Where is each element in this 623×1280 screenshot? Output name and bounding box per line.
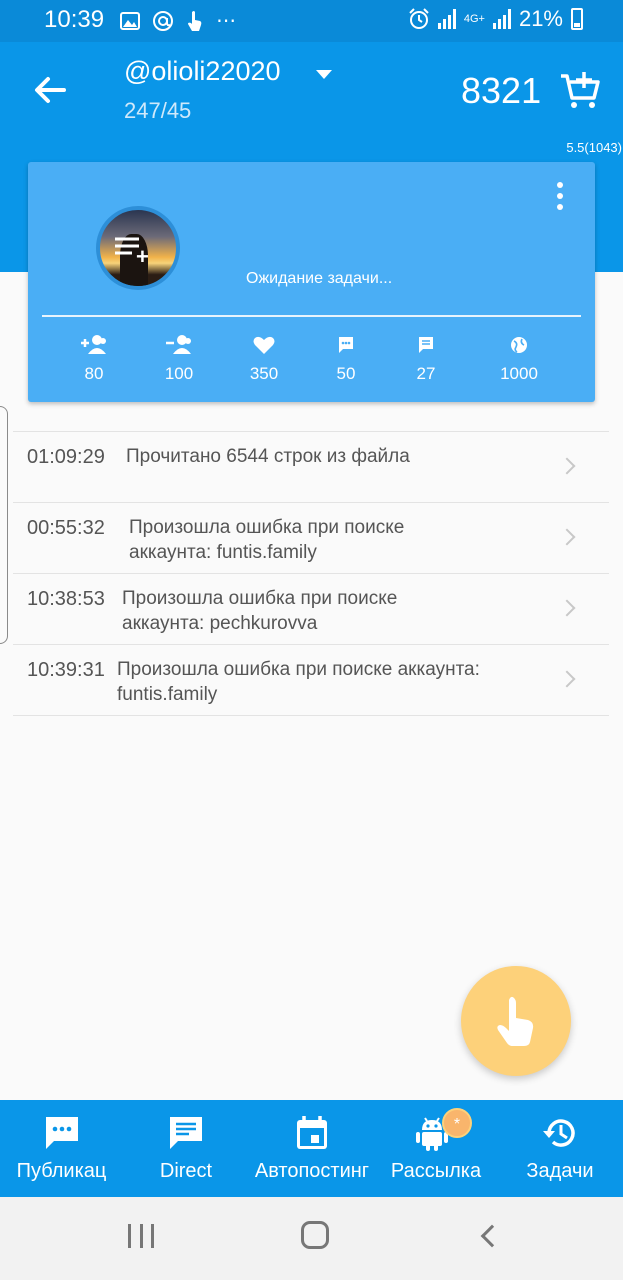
status-time: 10:39 xyxy=(44,6,105,33)
more-notifications-icon: ⋯ xyxy=(216,10,236,32)
calendar-icon xyxy=(297,1116,327,1149)
divider xyxy=(42,315,581,317)
at-icon xyxy=(153,10,173,31)
stat-comment: 50 xyxy=(316,334,376,384)
list-item[interactable]: 10:39:31 Произошла ошибка при поиске акк… xyxy=(13,645,609,716)
stat-like: 350 xyxy=(234,334,294,384)
log-list: 01:09:29 Прочитано 6544 строк из файла 0… xyxy=(13,431,609,716)
stat-unfollow: 100 xyxy=(149,334,209,384)
stat-follow: 80 xyxy=(64,334,124,384)
list-item[interactable]: 01:09:29 Прочитано 6544 строк из файла xyxy=(13,432,609,503)
battery-icon xyxy=(571,8,583,30)
account-card: + Ожидание задачи... 80 100 350 50 27 10… xyxy=(28,162,595,402)
direct-message-icon xyxy=(419,337,433,353)
account-stats: 247/45 xyxy=(124,98,192,123)
bottom-nav: Публикац Direct Автопостинг * Рассылка З… xyxy=(0,1100,623,1197)
start-task-fab[interactable] xyxy=(461,966,571,1076)
signal-icon xyxy=(492,9,511,29)
chevron-right-icon xyxy=(558,599,576,617)
nav-mailing[interactable]: * Рассылка xyxy=(375,1100,497,1197)
recent-apps-icon[interactable] xyxy=(128,1224,154,1248)
nav-direct[interactable]: Direct xyxy=(123,1100,249,1197)
history-icon xyxy=(543,1119,575,1147)
drawer-handle[interactable] xyxy=(0,406,8,644)
dropdown-caret-icon[interactable] xyxy=(316,70,332,79)
nav-autoposting[interactable]: Автопостинг xyxy=(249,1100,375,1197)
touch-icon xyxy=(188,10,202,31)
chevron-right-icon xyxy=(558,457,576,475)
stat-direct: 27 xyxy=(396,334,456,384)
chevron-right-icon xyxy=(558,528,576,546)
chevron-right-icon xyxy=(558,670,576,688)
back-icon[interactable] xyxy=(480,1224,504,1248)
nav-tasks[interactable]: Задачи xyxy=(497,1100,623,1197)
list-item[interactable]: 10:38:53 Произошла ошибка при поиске акк… xyxy=(13,574,609,645)
message-icon xyxy=(170,1117,202,1149)
account-selector[interactable]: @olioli22020 xyxy=(124,56,281,87)
unfollow-icon xyxy=(166,335,191,354)
stat-globe: 1000 xyxy=(489,334,549,384)
home-icon[interactable] xyxy=(301,1221,329,1249)
system-nav-bar xyxy=(0,1197,623,1280)
add-to-cart-icon[interactable] xyxy=(558,68,602,112)
status-bar: 10:39 ⋯ 4G+ 21% xyxy=(0,0,623,42)
battery-percent: 21% xyxy=(518,6,563,31)
touch-icon xyxy=(497,996,534,1046)
plus-icon: + xyxy=(136,244,149,269)
back-arrow-icon[interactable] xyxy=(30,70,70,110)
avatar[interactable]: + xyxy=(96,206,180,290)
alarm-icon xyxy=(409,8,429,29)
list-item[interactable]: 00:55:32 Произошла ошибка при поиске акк… xyxy=(13,503,609,574)
more-options-icon[interactable] xyxy=(556,182,564,212)
follow-add-icon xyxy=(81,335,106,354)
image-icon xyxy=(120,11,140,30)
task-status: Ожидание задачи... xyxy=(246,270,393,287)
balance-count: 8321 xyxy=(461,70,542,111)
comment-icon xyxy=(339,337,353,353)
like-icon xyxy=(253,336,275,354)
nav-publications[interactable]: Публикац xyxy=(0,1100,123,1197)
chat-dots-icon xyxy=(46,1117,78,1149)
globe-icon xyxy=(511,337,527,353)
notification-badge: * xyxy=(442,1108,472,1138)
app-bar: @olioli22020 247/45 8321 xyxy=(0,42,623,138)
app-version: 5.5(1043) xyxy=(566,140,622,155)
network-type: 4G+ xyxy=(463,13,485,25)
signal-icon xyxy=(437,9,456,29)
